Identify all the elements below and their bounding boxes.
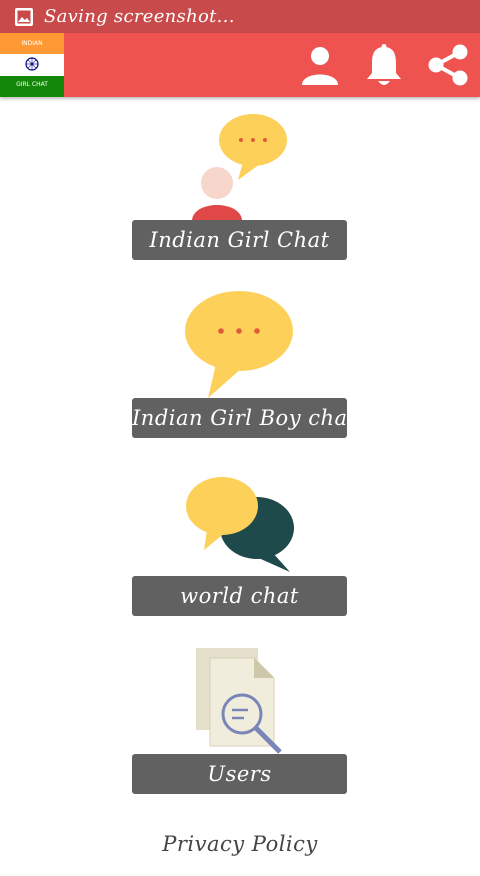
ashoka-chakra-icon bbox=[25, 57, 39, 71]
user-icon bbox=[302, 47, 338, 85]
logo-top-text: INDIAN bbox=[21, 40, 43, 47]
status-bar: Saving screenshot... bbox=[0, 0, 480, 33]
share-icon bbox=[428, 44, 468, 86]
indian-girl-chat-button[interactable]: Indian Girl Chat bbox=[132, 220, 347, 260]
share-button[interactable] bbox=[426, 43, 470, 87]
double-chat-bubble-icon bbox=[186, 477, 294, 572]
logo-bottom-text: GIRL CHAT bbox=[16, 81, 48, 88]
privacy-policy-link[interactable]: Privacy Policy bbox=[0, 832, 480, 856]
profile-button[interactable] bbox=[298, 43, 342, 87]
document-search-icon bbox=[196, 648, 282, 754]
app-bar: INDIAN GIRL CHAT bbox=[0, 33, 480, 97]
image-icon bbox=[15, 7, 33, 26]
girl-chat-icon bbox=[192, 114, 287, 220]
indian-girl-boy-chat-button[interactable]: Indian Girl Boy chat bbox=[132, 398, 356, 438]
users-button[interactable]: Users bbox=[132, 754, 347, 794]
status-text: Saving screenshot... bbox=[44, 6, 235, 27]
bell-icon bbox=[367, 44, 401, 85]
world-chat-button[interactable]: world chat bbox=[132, 576, 347, 616]
app-logo[interactable]: INDIAN GIRL CHAT bbox=[0, 33, 64, 97]
chat-bubble-icon bbox=[185, 291, 293, 398]
notifications-button[interactable] bbox=[362, 43, 406, 87]
